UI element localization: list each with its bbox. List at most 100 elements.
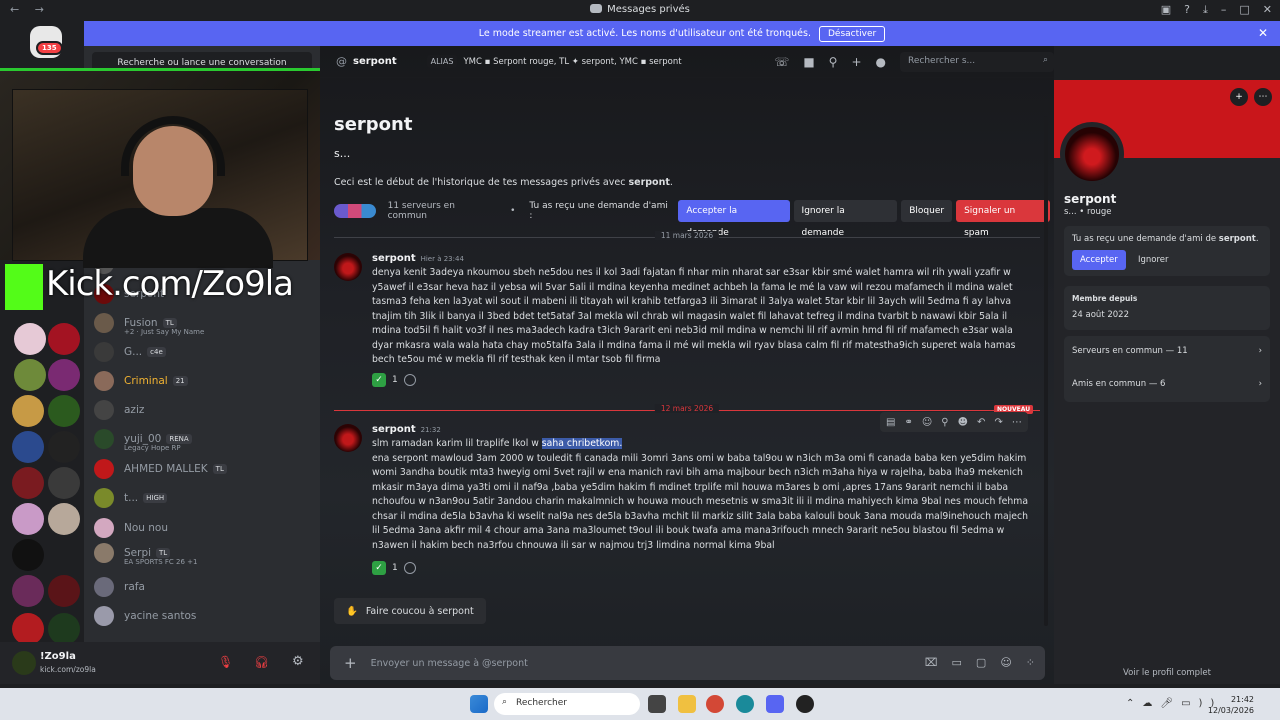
dm-item[interactable]: aziz xyxy=(94,398,144,422)
block-button[interactable]: Bloquer xyxy=(901,200,953,222)
taskbar-clock[interactable]: 21:42 12/03/2026 xyxy=(1208,694,1254,716)
help-icon[interactable]: ? xyxy=(1184,3,1190,17)
server-icon[interactable] xyxy=(48,395,80,427)
add-reaction-icon[interactable] xyxy=(403,562,416,574)
taskbar-search[interactable]: ⌕ Rechercher xyxy=(494,693,640,715)
server-icon[interactable] xyxy=(12,503,44,535)
user-avatar[interactable] xyxy=(12,651,36,675)
composer-placeholder: Envoyer un message à @serpont xyxy=(370,657,528,669)
download-icon[interactable]: ⤓ xyxy=(1203,3,1208,17)
add-friend-icon[interactable]: + xyxy=(851,55,861,69)
common-servers-row[interactable]: Serveurs en commun — 11 › xyxy=(1072,346,1262,356)
dm-item[interactable]: yuji_00 RENA Legacy Hope RP xyxy=(94,427,192,452)
server-icon[interactable] xyxy=(14,323,46,355)
chat-scrollbar[interactable] xyxy=(1044,116,1048,626)
message-author[interactable]: serpont 21:32 xyxy=(372,424,441,435)
server-icon[interactable] xyxy=(12,395,44,427)
server-icon[interactable] xyxy=(48,431,80,463)
server-icon[interactable] xyxy=(12,539,44,571)
add-friend-profile-icon[interactable]: + xyxy=(1230,88,1248,106)
pin-message-icon[interactable]: ⚲ xyxy=(941,417,948,428)
message-avatar[interactable] xyxy=(334,253,362,281)
server-icon[interactable] xyxy=(48,323,80,355)
react-icon[interactable]: ☺ xyxy=(922,417,932,428)
message-avatar[interactable] xyxy=(334,424,362,452)
wave-button[interactable]: ✋ Faire coucou à serpont xyxy=(334,598,486,624)
server-icon[interactable] xyxy=(48,467,80,499)
server-icon[interactable] xyxy=(48,359,80,391)
mute-button[interactable]: 🎙︎ xyxy=(218,655,233,669)
message-author[interactable]: serpont Hier à 23:44 xyxy=(372,253,464,264)
profile-accept-button[interactable]: Accepter xyxy=(1072,250,1126,270)
sticker-icon[interactable]: ▢ xyxy=(976,656,986,669)
server-icon[interactable] xyxy=(14,359,46,391)
server-icon[interactable] xyxy=(48,503,80,535)
maximize-button[interactable]: □ xyxy=(1239,3,1249,17)
emoji-icon[interactable]: ☻ xyxy=(958,417,968,428)
dm-item[interactable]: Fusion TL +2 · Just Say My Name xyxy=(94,311,204,336)
clock-time: 21:42 xyxy=(1230,695,1254,704)
ignore-request-button[interactable]: Ignorer la demande xyxy=(793,200,898,238)
server-icon[interactable] xyxy=(12,613,44,645)
forward-icon[interactable]: ↷ xyxy=(994,417,1002,428)
call-icon[interactable]: ☏ xyxy=(774,55,789,69)
video-icon[interactable]: ■ xyxy=(803,55,814,69)
profile-avatar[interactable] xyxy=(1060,122,1124,186)
profile-icon[interactable]: ● xyxy=(876,55,886,69)
attach-icon[interactable]: + xyxy=(344,654,357,672)
app-icon[interactable]: ▤ xyxy=(886,417,895,428)
chrome-icon[interactable] xyxy=(706,695,724,713)
check-reaction-icon[interactable]: ✓ xyxy=(372,561,386,575)
dm-item[interactable]: Serpi TL EA SPORTS FC 26 +1 xyxy=(94,541,198,566)
profile-ignore-button[interactable]: Ignorer xyxy=(1130,250,1177,270)
gift-icon[interactable]: ⌧ xyxy=(925,656,938,669)
header-search-input[interactable]: Rechercher s... ⌕ xyxy=(900,52,1054,72)
close-window-button[interactable]: ✕ xyxy=(1263,3,1272,17)
dm-item[interactable]: t... HIGH xyxy=(94,486,168,510)
screen-icon[interactable]: ▣ xyxy=(1161,3,1171,17)
more-icon[interactable]: ⋯ xyxy=(1012,417,1022,428)
link-icon[interactable]: ⚭ xyxy=(904,417,912,428)
dm-item[interactable]: Criminal 21 xyxy=(94,369,188,393)
pin-icon[interactable]: ⚲ xyxy=(829,55,838,69)
message-composer[interactable]: + Envoyer un message à @serpont ⌧ ▭ ▢ ☺ … xyxy=(330,646,1045,680)
common-friends-row[interactable]: Amis en commun — 6 › xyxy=(1072,379,1262,389)
avatar xyxy=(94,313,114,333)
dm-item[interactable]: AHMED MALLEK TL xyxy=(94,457,227,481)
common-servers-text[interactable]: 11 serveurs en commun xyxy=(388,201,497,221)
server-icon[interactable] xyxy=(48,613,80,645)
server-icon[interactable] xyxy=(12,431,44,463)
server-icon[interactable] xyxy=(12,575,44,607)
deafen-button[interactable]: 🎧︎ xyxy=(254,655,269,669)
emoji-picker-icon[interactable]: ☺ xyxy=(1000,656,1011,669)
check-reaction-icon[interactable]: ✓ xyxy=(372,373,386,387)
window-controls: ▣ ? ⤓ – □ ✕ xyxy=(1161,3,1272,17)
explorer-icon[interactable] xyxy=(678,695,696,713)
server-icon[interactable] xyxy=(48,575,80,607)
edge-icon[interactable] xyxy=(736,695,754,713)
close-banner-icon[interactable]: ✕ xyxy=(1258,26,1268,40)
dm-item[interactable]: yacine santos xyxy=(94,604,196,628)
task-view-icon[interactable] xyxy=(648,695,666,713)
add-reaction-icon[interactable] xyxy=(403,374,416,386)
reply-icon[interactable]: ↶ xyxy=(977,417,985,428)
webcam-overlay xyxy=(0,68,320,268)
minimize-button[interactable]: – xyxy=(1221,3,1227,17)
report-spam-button[interactable]: Signaler un spam xyxy=(956,200,1051,238)
message-first-line: slm ramadan karim lil traplife lkol w xyxy=(372,438,542,449)
apps-icon[interactable]: ⁘ xyxy=(1026,656,1035,669)
accept-request-button[interactable]: Accepter la demande xyxy=(678,200,790,238)
start-icon[interactable] xyxy=(470,695,488,713)
dm-item[interactable]: rafa xyxy=(94,575,145,599)
dm-item[interactable]: G... c4e xyxy=(94,340,166,364)
app-icon[interactable] xyxy=(796,695,814,713)
dm-item[interactable]: Nou nou xyxy=(94,516,168,540)
profile-more-icon[interactable]: ⋯ xyxy=(1254,88,1272,106)
server-icon[interactable] xyxy=(12,467,44,499)
view-full-profile-link[interactable]: Voir le profil complet xyxy=(1054,668,1280,678)
settings-icon[interactable]: ⚙ xyxy=(292,654,304,669)
discord-icon[interactable] xyxy=(766,695,784,713)
streamer-mode-banner: Le mode streamer est activé. Les noms d'… xyxy=(84,21,1280,46)
disable-streamer-button[interactable]: Désactiver xyxy=(818,25,886,42)
gif-icon[interactable]: ▭ xyxy=(952,656,962,669)
